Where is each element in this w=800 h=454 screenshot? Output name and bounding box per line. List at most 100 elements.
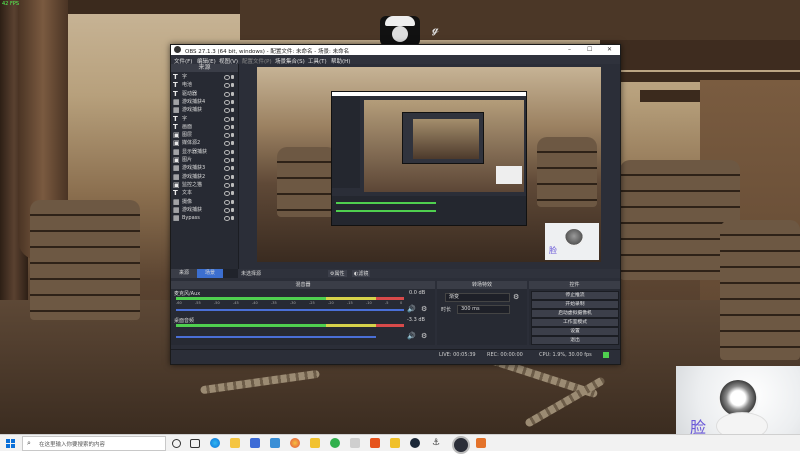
source-item[interactable]: ▦ 游戏捕获4: [171, 98, 238, 106]
source-item[interactable]: ▦ 显示器捕获: [171, 148, 238, 156]
visibility-eye-icon[interactable]: [224, 116, 230, 122]
lock-icon[interactable]: [231, 166, 234, 171]
visibility-eye-icon[interactable]: [224, 216, 230, 222]
source-item[interactable]: ▣ 监控之猫: [171, 181, 238, 189]
visibility-eye-icon[interactable]: [224, 108, 230, 114]
close-button[interactable]: ✕: [607, 46, 612, 53]
visibility-eye-icon[interactable]: [224, 174, 230, 180]
app-icon[interactable]: [476, 438, 486, 448]
visibility-eye-icon[interactable]: [224, 91, 230, 97]
visibility-eye-icon[interactable]: [224, 207, 230, 213]
lock-icon[interactable]: [231, 124, 234, 129]
duration-input[interactable]: 300 ms: [457, 305, 510, 314]
steam-icon[interactable]: [410, 438, 420, 448]
mail-icon[interactable]: [270, 438, 280, 448]
source-item[interactable]: T字: [171, 115, 238, 123]
lock-icon[interactable]: [231, 141, 234, 146]
menu-scene-collection[interactable]: 场景集合(S): [275, 57, 305, 65]
lock-icon[interactable]: [231, 108, 234, 113]
properties-button[interactable]: ⚙属性: [328, 270, 347, 277]
visibility-eye-icon[interactable]: [224, 158, 230, 163]
menu-profile[interactable]: 配置文件(P): [242, 57, 272, 65]
lock-icon[interactable]: [231, 199, 234, 204]
obs-taskbar-icon[interactable]: [452, 436, 470, 454]
menu-tools[interactable]: 工具(T): [308, 57, 327, 65]
lock-icon[interactable]: [231, 99, 234, 104]
app-icon[interactable]: [370, 438, 380, 448]
visibility-eye-icon[interactable]: [224, 166, 230, 172]
lock-icon[interactable]: [231, 149, 234, 154]
source-item[interactable]: T 画面: [171, 123, 238, 131]
source-item[interactable]: ▦ 游戏捕获2: [171, 173, 238, 181]
exit-button[interactable]: 退出: [531, 336, 619, 345]
file-explorer-icon[interactable]: [230, 438, 240, 448]
lock-icon[interactable]: [231, 158, 234, 162]
source-item[interactable]: ▦ 游戏捕获: [171, 206, 238, 214]
settings-button[interactable]: 设置: [531, 327, 619, 336]
app-icon[interactable]: [350, 438, 360, 448]
transition-settings-icon[interactable]: ⚙: [513, 293, 519, 301]
wechat-icon[interactable]: [330, 438, 340, 448]
source-item[interactable]: ▣ 媒体源2: [171, 139, 238, 147]
source-item[interactable]: T字: [171, 73, 238, 81]
lock-icon[interactable]: [231, 207, 234, 212]
source-item[interactable]: ▣ 图层: [171, 131, 238, 139]
volume-slider[interactable]: [176, 309, 404, 311]
visibility-eye-icon[interactable]: [224, 149, 230, 155]
lock-icon[interactable]: [231, 83, 234, 88]
visibility-eye-icon[interactable]: [224, 75, 230, 80]
visibility-eye-icon[interactable]: [224, 141, 230, 147]
minimize-button[interactable]: –: [568, 46, 571, 53]
preview-canvas[interactable]: 脸: [257, 67, 601, 262]
obs-window[interactable]: OBS 27.1.3 (64 bit, windows) - 配置文件: 未命名…: [170, 44, 621, 365]
lock-icon[interactable]: [231, 91, 234, 96]
edge-icon[interactable]: [210, 438, 220, 448]
visibility-eye-icon[interactable]: [224, 133, 230, 139]
lock-icon[interactable]: [231, 133, 234, 138]
visibility-eye-icon[interactable]: [224, 191, 230, 197]
lock-icon[interactable]: [231, 216, 234, 221]
channel-settings-icon[interactable]: ⚙: [421, 332, 427, 340]
start-virtual-cam-button[interactable]: 启动虚拟摄像机: [531, 309, 619, 318]
speaker-icon[interactable]: 🔊: [407, 332, 416, 340]
taskbar-search-box[interactable]: ⌕ 在这里输入你要搜索的内容: [22, 436, 166, 451]
source-item[interactable]: ▣ 图片: [171, 156, 238, 164]
lock-icon[interactable]: [231, 116, 234, 121]
source-item[interactable]: T 文本: [171, 189, 238, 197]
lock-icon[interactable]: [231, 182, 234, 187]
source-item[interactable]: ▦ 摄像: [171, 198, 238, 206]
lock-icon[interactable]: [231, 75, 234, 79]
maximize-button[interactable]: ☐: [587, 46, 592, 53]
title-bar[interactable]: OBS 27.1.3 (64 bit, windows) - 配置文件: 未命名…: [171, 45, 620, 55]
menu-help[interactable]: 帮助(H): [331, 57, 350, 65]
app-icon[interactable]: [310, 438, 320, 448]
visibility-eye-icon[interactable]: [224, 99, 230, 105]
visibility-eye-icon[interactable]: [224, 182, 230, 188]
lock-icon[interactable]: [231, 174, 234, 179]
channel-settings-icon[interactable]: ⚙: [421, 305, 427, 313]
tab-sources[interactable]: 来源: [171, 269, 197, 278]
source-item[interactable]: ▦ 游戏捕获: [171, 106, 238, 114]
app-icon[interactable]: [390, 438, 400, 448]
studio-mode-button[interactable]: 工作室模式: [531, 318, 619, 327]
windows-start-icon[interactable]: [6, 439, 15, 448]
task-view-icon[interactable]: [190, 439, 200, 448]
cortana-icon[interactable]: [172, 439, 181, 448]
start-recording-button[interactable]: 开始录制: [531, 300, 619, 309]
chrome-icon[interactable]: [290, 438, 300, 448]
volume-slider[interactable]: [176, 336, 376, 338]
lock-icon[interactable]: [231, 191, 234, 196]
source-item[interactable]: ▦ Bypass: [171, 214, 238, 222]
visibility-eye-icon[interactable]: [224, 83, 230, 89]
tab-scenes[interactable]: 场景: [197, 269, 223, 278]
anchor-icon[interactable]: ⚓: [432, 438, 442, 448]
source-item[interactable]: ▦ 游戏捕获3: [171, 164, 238, 172]
source-item[interactable]: T 电池: [171, 81, 238, 89]
transition-type-select[interactable]: 渐变: [445, 293, 510, 302]
visibility-eye-icon[interactable]: [224, 199, 230, 205]
store-icon[interactable]: [250, 438, 260, 448]
visibility-eye-icon[interactable]: [224, 124, 230, 130]
source-item[interactable]: T 驱动器: [171, 90, 238, 98]
filters-button[interactable]: ◐滤镜: [352, 270, 371, 277]
stop-streaming-button[interactable]: 停止推流: [531, 291, 619, 300]
